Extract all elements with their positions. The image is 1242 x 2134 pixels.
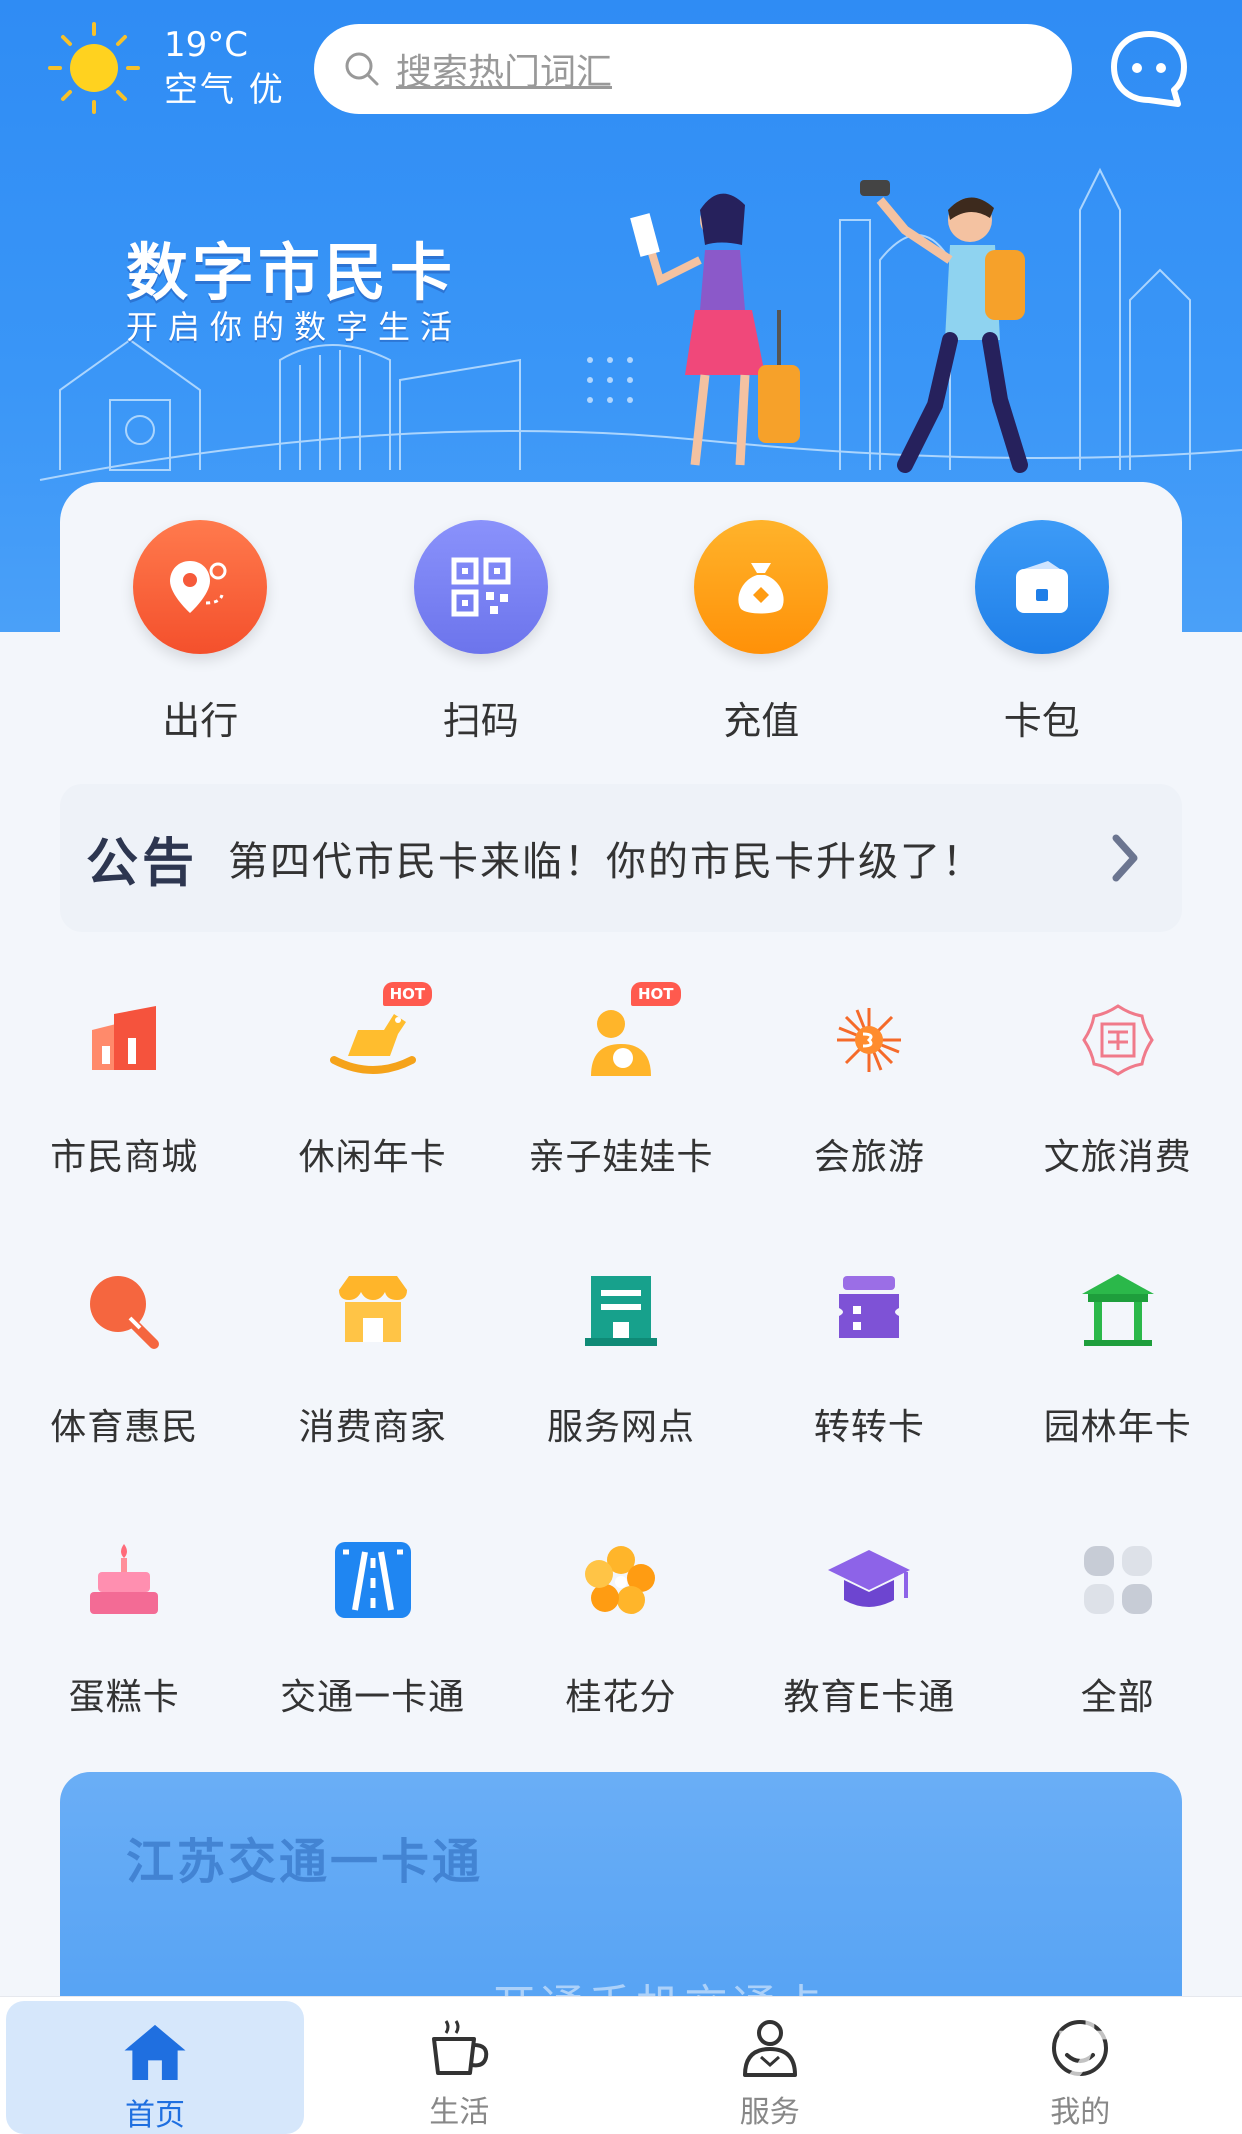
search-icon bbox=[345, 52, 379, 86]
tab-label: 服务 bbox=[739, 2095, 800, 2130]
ticket-icon bbox=[821, 1262, 917, 1358]
quick-action-label: 充值 bbox=[723, 699, 800, 743]
service-kids-card[interactable]: HOT 亲子娃娃卡 bbox=[497, 960, 745, 1230]
quick-action-label: 扫码 bbox=[442, 699, 519, 743]
service-label: 交通一卡通 bbox=[280, 1677, 466, 1718]
coffee-icon bbox=[432, 2020, 489, 2075]
service-citizen-mall[interactable]: 市民商城 bbox=[0, 960, 248, 1230]
service-label: 文旅消费 bbox=[1043, 1137, 1192, 1178]
search-placeholder: 搜索热门词汇 bbox=[396, 52, 613, 93]
banner-subtitle: 开启你的数字生活 bbox=[126, 308, 463, 346]
cake-icon bbox=[76, 1532, 172, 1628]
service-sports[interactable]: 体育惠民 bbox=[0, 1230, 248, 1500]
weather-widget[interactable]: 19°C 空气 优 bbox=[44, 18, 285, 118]
shop-icon bbox=[325, 1262, 421, 1358]
service-transfer-card[interactable]: 转转卡 bbox=[745, 1230, 993, 1500]
hot-badge: HOT bbox=[382, 982, 433, 1006]
quick-action-scan[interactable]: 扫码 bbox=[366, 520, 596, 760]
tab-label: 生活 bbox=[429, 2095, 490, 2130]
chevron-right-icon bbox=[1112, 834, 1138, 882]
service-merchants[interactable]: 消费商家 bbox=[248, 1230, 496, 1500]
all-apps-icon bbox=[1070, 1532, 1166, 1628]
service-icon bbox=[742, 2020, 797, 2077]
mall-icon bbox=[76, 992, 172, 1088]
culture-icon bbox=[1070, 992, 1166, 1088]
service-label: 教育E卡通 bbox=[783, 1677, 956, 1718]
quick-action-travel[interactable]: 出行 bbox=[85, 520, 315, 760]
tab-service[interactable]: 服务 bbox=[615, 1997, 926, 2134]
quick-action-label: 卡包 bbox=[1003, 699, 1080, 743]
tab-life[interactable]: 生活 bbox=[304, 1997, 615, 2134]
temperature: 19°C bbox=[164, 25, 249, 65]
money-bag-icon bbox=[694, 520, 829, 654]
sun-icon bbox=[48, 22, 140, 114]
service-transit-card[interactable]: 交通一卡通 bbox=[248, 1500, 496, 1770]
service-culture-consume[interactable]: 文旅消费 bbox=[994, 960, 1242, 1230]
service-leisure-card[interactable]: HOT 休闲年卡 bbox=[248, 960, 496, 1230]
service-label: 园林年卡 bbox=[1043, 1407, 1192, 1448]
pingpong-icon bbox=[76, 1262, 172, 1358]
service-grid: 市民商城 HOT 休闲年卡 HOT 亲子娃娃卡 会旅游 文旅消费 体育惠民 消费… bbox=[0, 960, 1242, 1770]
announcement-bar[interactable]: 公告 第四代市民卡来临！你的市民卡升级了！ bbox=[60, 784, 1182, 932]
road-icon bbox=[325, 1532, 421, 1628]
graduation-cap-icon bbox=[821, 1532, 917, 1628]
search-input[interactable]: 搜索热门词汇 bbox=[314, 24, 1072, 114]
service-outlets[interactable]: 服务网点 bbox=[497, 1230, 745, 1500]
hot-badge: HOT bbox=[630, 982, 681, 1006]
child-icon: HOT bbox=[573, 982, 681, 1088]
qrcode-icon bbox=[413, 520, 548, 654]
service-all[interactable]: 全部 bbox=[994, 1500, 1242, 1770]
home-icon bbox=[124, 2024, 186, 2081]
service-travel[interactable]: 会旅游 bbox=[745, 960, 993, 1230]
service-osmanthus-points[interactable]: 桂花分 bbox=[497, 1500, 745, 1770]
service-label: 体育惠民 bbox=[50, 1407, 199, 1448]
home-screen: 19°C 空气 优 搜索热门词汇 数字市民卡 开启你的数字生活 出行 扫码 充值… bbox=[0, 0, 1242, 2134]
travel-icon bbox=[821, 992, 917, 1088]
chat-icon[interactable] bbox=[1108, 28, 1190, 110]
service-label: 服务网点 bbox=[546, 1407, 695, 1448]
quick-action-wallet[interactable]: 卡包 bbox=[927, 520, 1157, 760]
banner-title: 数字市民卡 bbox=[126, 236, 457, 309]
service-cake-card[interactable]: 蛋糕卡 bbox=[0, 1500, 248, 1770]
flower-icon bbox=[573, 1532, 669, 1628]
announcement-title: 公告 bbox=[86, 833, 199, 894]
quick-action-topup[interactable]: 充值 bbox=[646, 520, 876, 760]
tab-label: 首页 bbox=[125, 2098, 185, 2133]
announcement-text: 第四代市民卡来临！你的市民卡升级了！ bbox=[228, 839, 985, 885]
service-label: 休闲年卡 bbox=[298, 1137, 447, 1178]
pavilion-icon bbox=[1070, 1262, 1166, 1358]
service-label: 会旅游 bbox=[813, 1137, 925, 1178]
quick-action-label: 出行 bbox=[162, 699, 239, 743]
service-label: 转转卡 bbox=[813, 1407, 925, 1448]
transit-card-title: 江苏交通一卡通 bbox=[126, 1834, 484, 1890]
service-label: 全部 bbox=[1080, 1677, 1155, 1718]
quick-actions: 出行 扫码 充值 卡包 bbox=[60, 520, 1182, 760]
service-label: 亲子娃娃卡 bbox=[528, 1137, 714, 1178]
service-label: 消费商家 bbox=[298, 1407, 447, 1448]
watermark: 引力播 bbox=[970, 2008, 1222, 2101]
service-garden-card[interactable]: 园林年卡 bbox=[994, 1230, 1242, 1500]
service-label: 市民商城 bbox=[50, 1137, 199, 1178]
air-quality: 空气 优 bbox=[164, 70, 285, 110]
wallet-icon bbox=[974, 520, 1109, 654]
location-icon bbox=[133, 520, 268, 654]
service-label: 蛋糕卡 bbox=[68, 1677, 180, 1718]
service-point-icon bbox=[573, 1262, 669, 1358]
rocking-horse-icon: HOT bbox=[325, 982, 433, 1088]
service-label: 桂花分 bbox=[565, 1677, 677, 1718]
service-education-card[interactable]: 教育E卡通 bbox=[745, 1500, 993, 1770]
tab-home[interactable]: 首页 bbox=[6, 2001, 304, 2134]
